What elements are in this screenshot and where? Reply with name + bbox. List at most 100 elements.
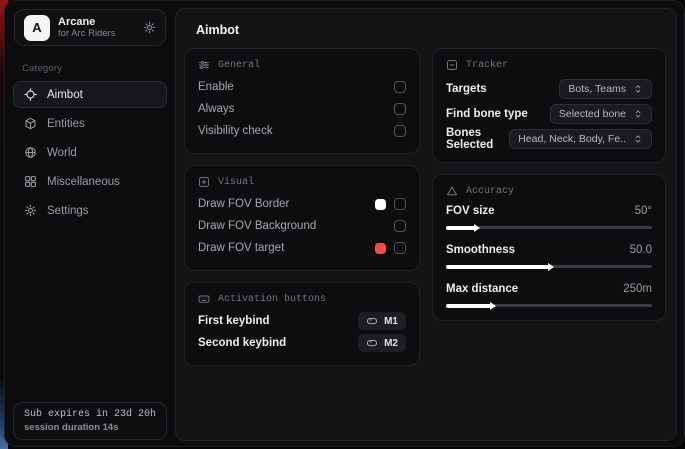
setting-label: First keybind [198,315,270,327]
sidebar-item-miscellaneous[interactable]: Miscellaneous [13,168,167,195]
sidebar-item-entities[interactable]: Entities [13,110,167,137]
setting-row-find-bone-type: Find bone type Selected bone [446,101,652,126]
sidebar: A Arcane for Arc Riders Category Aimbot [5,1,175,446]
max-distance-slider[interactable] [446,304,652,307]
subscription-card: Sub expires in 23d 20h session duration … [13,402,167,440]
setting-row-fov-border: Draw FOV Border [198,193,406,215]
frame-plus-icon [198,176,210,188]
sidebar-item-label: World [47,147,77,159]
app-titles: Arcane for Arc Riders [58,16,116,39]
globe-icon [24,146,37,159]
dropdown-value: Head, Neck, Body, Fe.. [518,133,626,145]
gear-icon[interactable] [143,21,156,34]
setting-row-second-keybind: Second keybind M2 [198,332,406,354]
sidebar-item-label: Aimbot [47,89,83,101]
setting-label: Always [198,103,234,115]
mouse-icon [366,315,378,327]
color-swatch[interactable] [375,243,386,254]
panel-title: General [218,60,260,71]
setting-label: Bones Selected [446,127,509,151]
sidebar-nav: Aimbot Entities World [5,81,175,224]
fov-border-checkbox[interactable] [394,198,406,210]
bones-selected-dropdown[interactable]: Head, Neck, Body, Fe.. [509,129,652,149]
sub-expiry-text: Sub expires in 23d 20h [24,409,156,420]
first-keybind-button[interactable]: M1 [358,312,406,330]
dropdown-value: Bots, Teams [568,83,626,95]
visibility-check-checkbox[interactable] [394,125,406,137]
setting-row-visibility-check: Visibility check [198,120,406,142]
second-keybind-button[interactable]: M2 [358,334,406,352]
setting-label: Draw FOV Background [198,220,316,232]
app-window: A Arcane for Arc Riders Category Aimbot [4,0,685,447]
panel-title: Activation buttons [218,294,326,305]
slider-fill[interactable] [446,226,475,230]
sidebar-item-settings[interactable]: Settings [13,197,167,224]
always-checkbox[interactable] [394,103,406,115]
setting-row-enable: Enable [198,76,406,98]
keybind-value: M2 [384,338,398,349]
fov-target-checkbox[interactable] [394,242,406,254]
setting-label: FOV size [446,205,495,217]
setting-label: Smoothness [446,244,515,256]
unfold-icon [633,134,643,144]
unfold-icon [633,109,643,119]
mouse-icon [366,337,378,349]
setting-label: Draw FOV target [198,242,284,254]
fov-background-checkbox[interactable] [394,220,406,232]
setting-row-fov-background: Draw FOV Background [198,215,406,237]
page-title: Aimbot [176,9,676,48]
dropdown-value: Selected bone [559,108,626,120]
setting-value: 50° [635,205,652,217]
grid-icon [24,175,37,188]
sliders-icon [198,59,210,71]
app-name: Arcane [58,16,116,28]
setting-group-fov-size: FOV size 50° [446,202,652,229]
panel-general: General Enable Always Visibility check [184,48,420,154]
sidebar-item-aimbot[interactable]: Aimbot [13,81,167,108]
setting-value: 250m [623,283,652,295]
gear-icon [24,204,37,217]
panel-accuracy: Accuracy FOV size 50° [432,174,666,321]
fov-size-slider[interactable] [446,226,652,229]
triangle-icon [446,185,458,197]
smoothness-slider[interactable] [446,265,652,268]
app-subtitle: for Arc Riders [58,28,116,39]
session-duration-text: session duration 14s [24,422,156,433]
panel-visual: Visual Draw FOV Border Draw FOV Backgrou… [184,165,420,271]
setting-group-smoothness: Smoothness 50.0 [446,241,652,268]
panel-tracker: Tracker Targets Bots, Teams [432,48,666,163]
find-bone-type-dropdown[interactable]: Selected bone [550,104,652,124]
sidebar-item-label: Entities [47,118,85,130]
panel-title: Visual [218,177,254,188]
setting-label: Enable [198,81,234,93]
setting-row-always: Always [198,98,406,120]
panel-title: Accuracy [466,186,514,197]
targets-dropdown[interactable]: Bots, Teams [559,79,652,99]
box-icon [24,117,37,130]
panel-title: Tracker [466,60,508,71]
keybind-value: M1 [384,316,398,327]
slider-fill[interactable] [446,304,491,308]
sidebar-item-world[interactable]: World [13,139,167,166]
setting-label: Visibility check [198,125,273,137]
main-content: Aimbot General Enable [175,8,677,441]
sidebar-item-label: Miscellaneous [47,176,120,188]
setting-row-fov-target: Draw FOV target [198,237,406,259]
keyboard-icon [198,293,210,305]
setting-label: Targets [446,83,487,95]
category-label: Category [22,63,175,74]
setting-value: 50.0 [630,244,652,256]
setting-label: Max distance [446,283,518,295]
setting-group-max-distance: Max distance 250m [446,280,652,307]
color-swatch[interactable] [375,199,386,210]
sidebar-item-label: Settings [47,205,89,217]
setting-label: Draw FOV Border [198,198,289,210]
slider-fill[interactable] [446,265,549,269]
setting-row-first-keybind: First keybind M1 [198,310,406,332]
enable-checkbox[interactable] [394,81,406,93]
desktop: A Arcane for Arc Riders Category Aimbot [0,0,685,449]
crosshair-icon [24,88,37,101]
setting-row-targets: Targets Bots, Teams [446,76,652,101]
app-logo: A [24,15,50,41]
unfold-icon [633,84,643,94]
